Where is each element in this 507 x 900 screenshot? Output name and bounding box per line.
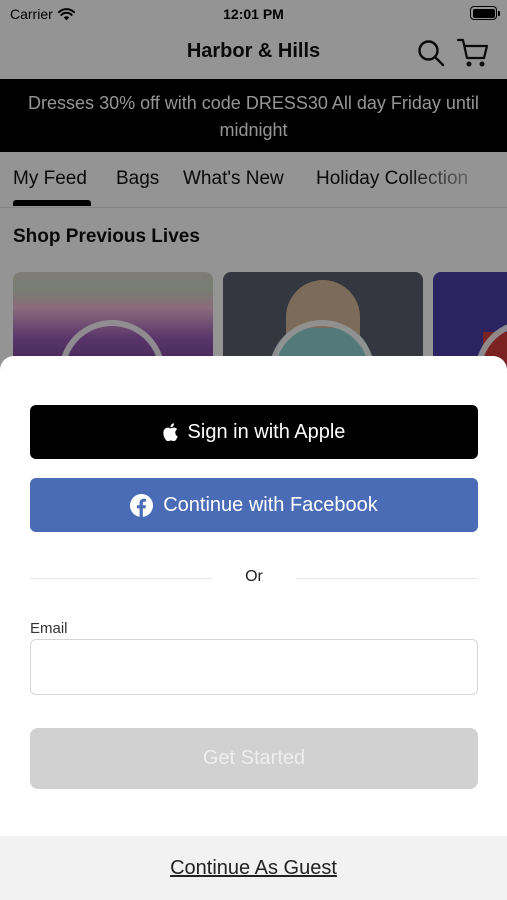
get-started-button[interactable]: Get Started	[30, 728, 478, 789]
guest-bar: Continue As Guest	[0, 836, 507, 900]
continue-as-guest-link[interactable]: Continue As Guest	[0, 857, 507, 880]
email-label: Email	[30, 620, 68, 637]
or-divider-text: Or	[245, 568, 263, 585]
apple-icon	[162, 423, 178, 441]
divider-line	[30, 578, 212, 579]
facebook-button-label: Continue with Facebook	[163, 493, 378, 516]
divider-line	[296, 578, 478, 579]
apple-button-label: Sign in with Apple	[187, 420, 346, 443]
facebook-icon	[130, 493, 154, 517]
sign-in-sheet: Sign in with Apple Continue with Faceboo…	[0, 356, 507, 900]
sign-in-with-apple-button[interactable]: Sign in with Apple	[30, 405, 478, 459]
email-field[interactable]	[30, 639, 478, 695]
continue-with-facebook-button[interactable]: Continue with Facebook	[30, 478, 478, 532]
